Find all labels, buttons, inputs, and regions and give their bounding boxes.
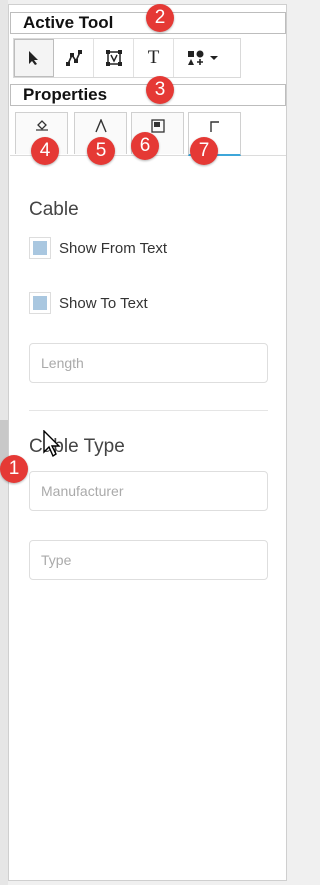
- tool-toolbar: T: [13, 38, 241, 78]
- text-tool-button[interactable]: T: [134, 39, 174, 77]
- select-tool-button[interactable]: [14, 39, 54, 77]
- paint-bucket-icon: [35, 120, 48, 131]
- show-to-text-checkbox[interactable]: [29, 292, 51, 314]
- text-T-icon: T: [147, 47, 160, 68]
- badge-4: 4: [31, 137, 59, 165]
- node-path-icon: [65, 50, 82, 66]
- manufacturer-input[interactable]: Manufacturer: [29, 471, 268, 511]
- badge-5: 5: [87, 137, 115, 165]
- badge-1: 1: [0, 455, 28, 483]
- section-divider: [29, 410, 268, 411]
- length-input[interactable]: Length: [29, 343, 268, 383]
- cable-section-title: Cable: [29, 199, 79, 220]
- shapes-dropdown-icon: [188, 50, 218, 65]
- type-input[interactable]: Type: [29, 540, 268, 580]
- image-icon: [150, 119, 165, 133]
- cable-corner-icon: [209, 121, 219, 132]
- show-to-text-row[interactable]: Show To Text: [29, 292, 148, 314]
- node-edit-tool-button[interactable]: [54, 39, 94, 77]
- show-from-text-label: Show From Text: [59, 239, 168, 257]
- badge-3: 3: [146, 76, 174, 104]
- transform-tool-button[interactable]: [94, 39, 134, 77]
- badge-2: 2: [146, 4, 174, 32]
- show-from-text-row[interactable]: Show From Text: [29, 237, 167, 259]
- badge-6: 6: [131, 132, 159, 160]
- show-to-text-label: Show To Text: [59, 294, 148, 312]
- show-from-text-checkbox[interactable]: [29, 237, 51, 259]
- badge-7: 7: [190, 137, 218, 165]
- bounding-box-icon: [105, 50, 122, 66]
- arrow-pointer-icon: [29, 51, 38, 65]
- mouse-cursor-icon: [43, 430, 61, 458]
- font-A-icon: [94, 119, 107, 133]
- shapes-tool-button[interactable]: [174, 39, 236, 77]
